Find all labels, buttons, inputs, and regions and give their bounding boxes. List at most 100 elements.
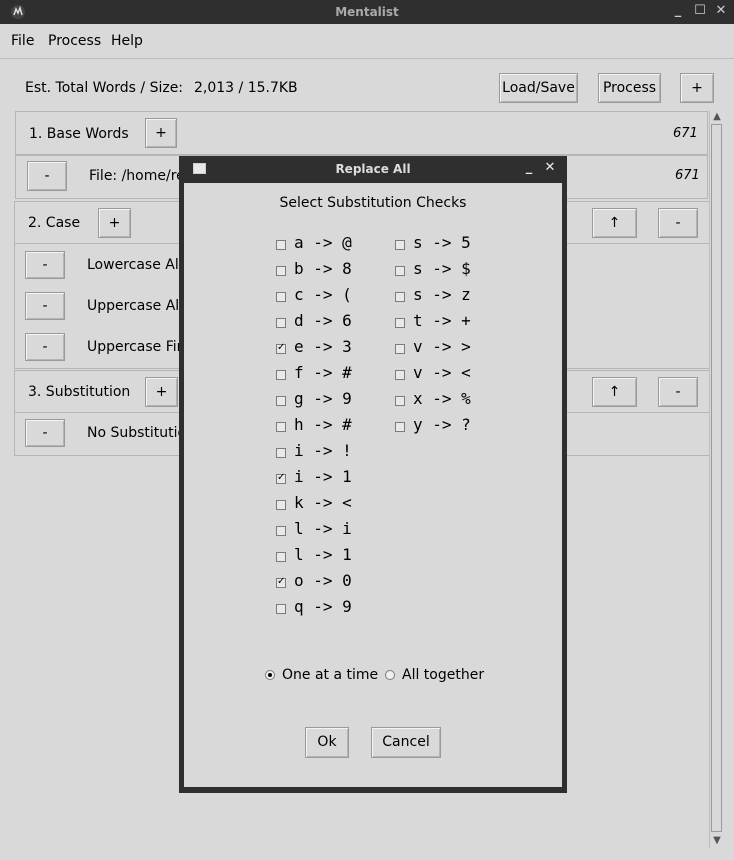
substitution-label[interactable]: g -> 9 [294, 389, 352, 408]
substitution-checkbox[interactable] [276, 474, 286, 484]
remove-substitution-section-button[interactable]: - [658, 377, 698, 407]
est-total-value: 2,013 / 15.7KB [194, 80, 298, 96]
substitution-checkbox[interactable] [276, 344, 286, 354]
window-title: Mentalist [335, 5, 399, 19]
substitution-label[interactable]: v -> > [413, 337, 471, 356]
ok-button[interactable]: Ok [305, 727, 349, 758]
substitution-checkbox[interactable] [276, 396, 286, 406]
substitution-label[interactable]: l -> i [294, 519, 352, 538]
base-word-file-count: 671 [675, 168, 700, 183]
substitution-checkbox[interactable] [276, 552, 286, 562]
substitution-label[interactable]: t -> + [413, 311, 471, 330]
remove-substitution-row-button[interactable]: - [25, 419, 65, 447]
case-row-label: Uppercase Firs [87, 339, 190, 355]
substitution-label[interactable]: b -> 8 [294, 259, 352, 278]
substitution-label[interactable]: q -> 9 [294, 597, 352, 616]
substitution-checkbox[interactable] [276, 292, 286, 302]
title-bar: Mentalist _ ☐ ✕ [0, 0, 734, 24]
substitution-checkbox[interactable] [395, 318, 405, 328]
dialog-minimize-icon[interactable]: _ [522, 160, 536, 176]
one-at-a-time-label[interactable]: One at a time [282, 667, 378, 683]
substitution-label[interactable]: i -> ! [294, 441, 352, 460]
substitution-checkbox[interactable] [395, 240, 405, 250]
load-save-button[interactable]: Load/Save [499, 73, 578, 103]
section-title: 1. Base Words [29, 126, 129, 142]
substitution-label[interactable]: c -> ( [294, 285, 352, 304]
section-title: 3. Substitution [28, 384, 131, 400]
substitution-label[interactable]: e -> 3 [294, 337, 352, 356]
menu-process[interactable]: Process [48, 33, 101, 49]
cancel-button[interactable]: Cancel [371, 727, 441, 758]
substitution-label[interactable]: a -> @ [294, 233, 352, 252]
substitution-checkbox[interactable] [395, 422, 405, 432]
remove-case-row-button[interactable]: - [25, 251, 65, 279]
scroll-up-icon[interactable]: ▲ [710, 110, 724, 124]
dialog-heading: Select Substitution Checks [279, 195, 467, 211]
substitution-checkbox[interactable] [276, 318, 286, 328]
remove-case-row-button[interactable]: - [25, 292, 65, 320]
case-row-label: Uppercase All [87, 298, 184, 314]
substitution-checkbox[interactable] [276, 240, 286, 250]
dialog-title: Replace All [335, 162, 411, 176]
substitution-label[interactable]: f -> # [294, 363, 352, 382]
minimize-icon[interactable]: _ [670, 3, 686, 19]
case-row-label: Lowercase All [87, 257, 183, 273]
substitution-label[interactable]: h -> # [294, 415, 352, 434]
remove-base-word-button[interactable]: - [27, 161, 67, 191]
move-up-substitution-button[interactable]: ↑ [592, 377, 637, 407]
close-icon[interactable]: ✕ [713, 3, 729, 19]
substitution-checkbox[interactable] [276, 526, 286, 536]
move-up-case-button[interactable]: ↑ [592, 208, 637, 238]
substitution-label[interactable]: x -> % [413, 389, 471, 408]
one-at-a-time-radio[interactable] [265, 670, 275, 680]
substitution-checkbox[interactable] [276, 604, 286, 614]
substitution-checkbox[interactable] [276, 422, 286, 432]
substitution-label[interactable]: o -> 0 [294, 571, 352, 590]
menu-bar: File Process Help [0, 24, 734, 59]
substitution-checkbox[interactable] [276, 448, 286, 458]
remove-case-section-button[interactable]: - [658, 208, 698, 238]
substitution-label[interactable]: y -> ? [413, 415, 471, 434]
add-substitution-button[interactable]: + [145, 377, 178, 407]
substitution-label[interactable]: s -> $ [413, 259, 471, 278]
substitution-checkbox[interactable] [395, 292, 405, 302]
menu-file[interactable]: File [11, 33, 34, 49]
base-words-header: 1. Base Words + 671 [15, 111, 708, 155]
substitution-label[interactable]: l -> 1 [294, 545, 352, 564]
substitution-checkbox[interactable] [395, 396, 405, 406]
replace-all-dialog: Replace All _ ✕ Select Substitution Chec… [179, 156, 567, 793]
process-button[interactable]: Process [598, 73, 661, 103]
substitution-label[interactable]: s -> 5 [413, 233, 471, 252]
substitution-checkbox[interactable] [276, 370, 286, 380]
base-words-count: 671 [673, 126, 698, 141]
substitution-checkbox[interactable] [395, 344, 405, 354]
scroll-down-icon[interactable]: ▼ [710, 834, 724, 848]
add-base-word-button[interactable]: + [145, 118, 177, 148]
substitution-row-label: No Substitutio [87, 425, 187, 441]
substitution-checkbox[interactable] [276, 266, 286, 276]
substitution-label[interactable]: s -> z [413, 285, 471, 304]
add-section-button[interactable]: + [680, 73, 714, 103]
base-word-file-label: File: /home/re [89, 168, 185, 184]
dialog-title-bar: Replace All _ ✕ [179, 156, 567, 182]
maximize-icon[interactable]: ☐ [692, 3, 708, 19]
substitution-label[interactable]: v -> < [413, 363, 471, 382]
scrollbar-thumb[interactable] [711, 124, 722, 832]
dialog-close-icon[interactable]: ✕ [543, 160, 557, 176]
est-total-label: Est. Total Words / Size: [25, 80, 184, 96]
menu-help[interactable]: Help [111, 33, 143, 49]
substitution-checkbox[interactable] [395, 370, 405, 380]
add-case-button[interactable]: + [98, 208, 131, 238]
substitution-checkbox[interactable] [395, 266, 405, 276]
substitution-label[interactable]: k -> < [294, 493, 352, 512]
remove-case-row-button[interactable]: - [25, 333, 65, 361]
substitution-label[interactable]: d -> 6 [294, 311, 352, 330]
dialog-body: Select Substitution Checks a -> @ b -> 8 c… [184, 183, 562, 787]
section-title: 2. Case [28, 215, 81, 231]
vertical-scrollbar[interactable]: ▲ ▼ [709, 110, 724, 848]
substitution-label[interactable]: i -> 1 [294, 467, 352, 486]
substitution-checkbox[interactable] [276, 578, 286, 588]
substitution-checkbox[interactable] [276, 500, 286, 510]
all-together-label[interactable]: All together [402, 667, 484, 683]
all-together-radio[interactable] [385, 670, 395, 680]
